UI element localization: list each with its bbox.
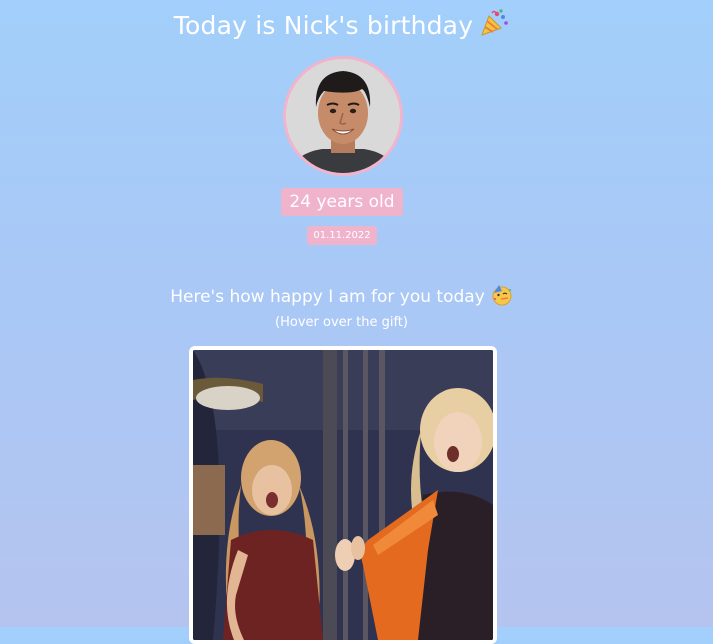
hover-hint: (Hover over the gift) bbox=[275, 315, 408, 330]
happy-message-text: Here's how happy I am for you today bbox=[170, 287, 485, 307]
celebration-gif-image bbox=[193, 350, 493, 640]
avatar bbox=[283, 56, 403, 176]
partying-face-icon bbox=[491, 284, 513, 314]
happy-message: Here's how happy I am for you today bbox=[0, 284, 683, 314]
page-title: Today is Nick's birthday bbox=[0, 8, 683, 47]
title-text: Today is Nick's birthday bbox=[173, 11, 474, 40]
party-popper-icon bbox=[479, 8, 509, 47]
birthday-page: Today is Nick's birthday 24 years old 01… bbox=[0, 0, 683, 644]
age-badge: 24 years old bbox=[281, 188, 403, 216]
gift-gif-card[interactable] bbox=[189, 346, 497, 644]
date-badge: 01.11.2022 bbox=[307, 226, 377, 245]
